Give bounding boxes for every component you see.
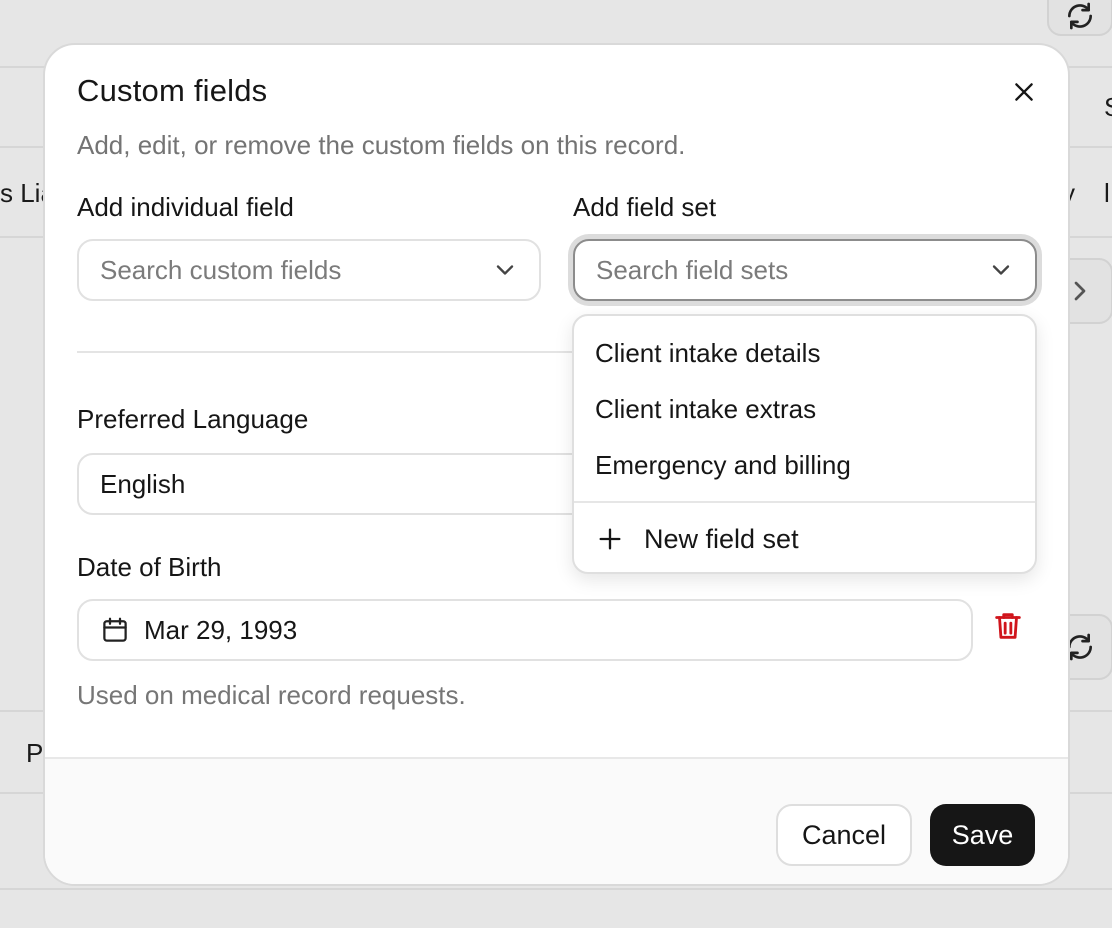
preferred-language-label: Preferred Language (77, 404, 309, 434)
plus-icon (599, 528, 621, 550)
search-custom-fields-combobox[interactable]: Search custom fields (77, 239, 541, 301)
refresh-icon (1068, 2, 1092, 30)
combobox-placeholder: Search custom fields (100, 254, 342, 285)
dialog-footer: Cancel Save (45, 757, 1068, 884)
preferred-language-value: English (100, 468, 186, 499)
new-field-set-label: New field set (644, 523, 799, 554)
new-field-set-button[interactable]: New field set (574, 511, 1035, 567)
dialog-title: Custom fields (77, 73, 268, 108)
background-refresh-button[interactable] (1047, 0, 1112, 36)
date-of-birth-label: Date of Birth (77, 552, 222, 582)
background-text: l (1104, 178, 1110, 208)
search-field-sets-combobox[interactable]: Search field sets (573, 239, 1037, 301)
close-button[interactable] (1003, 71, 1045, 113)
date-of-birth-help: Used on medical record requests. (77, 680, 466, 710)
field-set-option[interactable]: Client intake extras (574, 381, 1035, 437)
field-set-dropdown: Client intake details Client intake extr… (572, 314, 1037, 574)
cancel-button[interactable]: Cancel (776, 804, 912, 866)
dropdown-divider (574, 501, 1035, 503)
background-divider (0, 888, 1112, 890)
date-of-birth-value: Mar 29, 1993 (144, 614, 298, 645)
close-icon (1015, 83, 1033, 101)
dialog-subtitle: Add, edit, or remove the custom fields o… (77, 130, 686, 160)
calendar-icon (103, 617, 127, 642)
section-divider (77, 351, 577, 353)
chevron-down-icon (496, 265, 514, 275)
background-text: P (26, 738, 44, 768)
add-individual-field-label: Add individual field (77, 192, 294, 222)
field-set-option[interactable]: Emergency and billing (574, 437, 1035, 493)
save-button[interactable]: Save (930, 804, 1035, 866)
background-text: S (1104, 92, 1112, 123)
add-field-set-label: Add field set (573, 192, 717, 222)
remove-field-button[interactable] (991, 609, 1025, 645)
field-set-option[interactable]: Client intake details (574, 325, 1035, 381)
chevron-down-icon (992, 265, 1010, 275)
combobox-placeholder: Search field sets (596, 254, 789, 285)
trash-icon (995, 613, 1021, 639)
date-of-birth-input[interactable]: Mar 29, 1993 (77, 599, 973, 661)
